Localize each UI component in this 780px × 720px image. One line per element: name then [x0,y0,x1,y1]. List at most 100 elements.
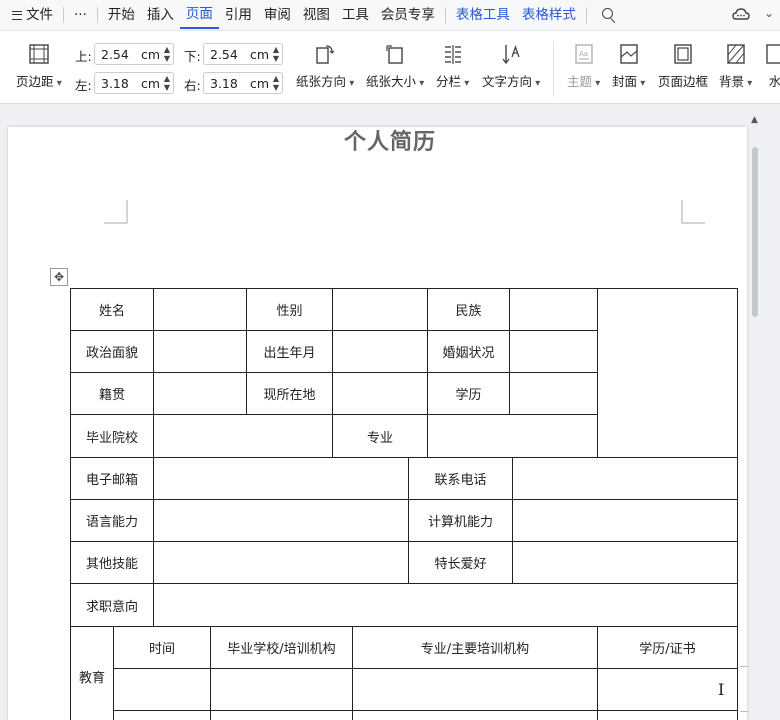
cell-residence-value[interactable] [332,372,428,415]
tab-page[interactable]: 页面 [179,1,219,29]
spinner-arrows-icon[interactable]: ▲ ▼ [164,74,170,92]
cell-residence-label[interactable]: 现所在地 [246,372,333,415]
cell-origin-label[interactable]: 籍贯 [70,372,154,415]
col-header-school[interactable]: 毕业学校/培训机构 [210,626,353,669]
file-menu[interactable]: 文件 [6,0,59,30]
cell-ethnicity-value[interactable] [509,288,598,331]
cell-politics-label[interactable]: 政治面貌 [70,330,154,373]
text-direction-button[interactable]: 文字方向 [482,31,540,90]
bottom-margin-unit: cm [250,46,270,62]
more-menu[interactable]: ··· [68,0,93,30]
edu-cell[interactable] [210,710,353,720]
cell-photo[interactable] [597,288,738,458]
page-border-button[interactable]: 页面边框 [658,31,708,90]
cell-other-skills-value[interactable] [153,541,409,584]
background-button[interactable]: 背景 [719,31,752,90]
tab-tools[interactable]: 工具 [336,0,375,30]
cell-phone-value[interactable] [512,457,738,500]
cell-email-label[interactable]: 电子邮箱 [70,457,154,500]
cell-birth-value[interactable] [332,330,428,373]
cell-other-skills-label[interactable]: 其他技能 [70,541,154,584]
table-cell-text: 毕业院校 [85,430,138,446]
tab-review[interactable]: 审阅 [258,0,297,30]
left-margin-unit: cm [141,75,161,91]
cell-school-value[interactable] [153,414,333,458]
edu-cell[interactable] [352,710,598,720]
cell-marital-value[interactable] [509,330,598,373]
cell-school-label[interactable]: 毕业院校 [70,414,154,458]
search-icon[interactable] [601,7,617,23]
watermark-button[interactable]: 水 [764,31,780,90]
cell-education-label[interactable]: 教育 [70,626,114,720]
paper-size-button[interactable]: 纸张大小 [366,31,424,90]
edu-cell[interactable] [210,668,353,711]
bottom-margin-input[interactable]: 2.54 cm ▲ ▼ [203,43,283,65]
vertical-scrollbar[interactable]: ▲ [748,105,762,720]
right-margin-input[interactable]: 3.18 cm ▲ ▼ [203,72,283,94]
cell-phone-label[interactable]: 联系电话 [408,457,513,500]
margins-button[interactable]: 页边距 [16,31,62,90]
margins-button-label: 页边距 [16,71,62,90]
cell-gender-value[interactable] [332,288,428,331]
tab-member[interactable]: 会员专享 [375,0,441,30]
cover-button-label: 封面 [612,71,645,90]
right-margin-value: 3.18 [210,75,238,91]
spinner-arrows-icon[interactable]: ▲ ▼ [273,45,279,63]
col-header-cert[interactable]: 学历/证书 [597,626,738,669]
cell-gender-label[interactable]: 性别 [246,288,333,331]
scrollbar-thumb[interactable] [752,147,758,317]
cell-language-value[interactable] [153,499,409,542]
edu-cell[interactable] [597,668,738,711]
spinner-arrows-icon[interactable]: ▲ ▼ [164,45,170,63]
cell-name-label[interactable]: 姓名 [70,288,154,331]
left-margin-input[interactable]: 3.18 cm ▲ ▼ [94,72,174,94]
tab-references[interactable]: 引用 [219,0,258,30]
edu-cell[interactable] [113,668,211,711]
left-margin-value: 3.18 [101,75,129,91]
paper-size-button-label: 纸张大小 [366,71,424,90]
tab-table-tools[interactable]: 表格工具 [450,0,516,30]
cell-education-level-label[interactable]: 学历 [427,372,510,415]
cell-hobbies-value[interactable] [512,541,738,584]
top-margin-unit: cm [141,46,161,62]
background-button-label: 背景 [719,71,752,90]
chevron-down-icon[interactable]: ⌄ [764,6,774,20]
tab-home[interactable]: 开始 [102,0,141,30]
cell-politics-value[interactable] [153,330,247,373]
cell-ethnicity-label[interactable]: 民族 [427,288,510,331]
cell-computer-label[interactable]: 计算机能力 [408,499,513,542]
cell-major-value[interactable] [427,414,598,458]
edu-cell[interactable] [597,710,738,720]
top-margin-input[interactable]: 2.54 cm ▲ ▼ [94,43,174,65]
tab-table-style[interactable]: 表格样式 [516,0,582,30]
tab-view[interactable]: 视图 [297,0,336,30]
orientation-button[interactable]: 纸张方向 [296,31,354,90]
cell-name-value[interactable] [153,288,247,331]
cell-origin-value[interactable] [153,372,247,415]
cell-objective-value[interactable] [153,583,738,627]
cell-hobbies-label[interactable]: 特长爱好 [408,541,513,584]
table-move-handle-icon[interactable]: ✥ [50,268,68,286]
theme-button[interactable]: Aa 主题 [567,31,600,90]
col-header-major[interactable]: 专业/主要培训机构 [352,626,598,669]
cell-email-value[interactable] [153,457,409,500]
columns-button[interactable]: 分栏 [436,31,469,90]
edu-cell[interactable] [113,710,211,720]
cell-language-label[interactable]: 语言能力 [70,499,154,542]
cell-major-label[interactable]: 专业 [332,414,428,458]
cell-birth-label[interactable]: 出生年月 [246,330,333,373]
cover-button[interactable]: 封面 [612,31,645,90]
edu-cell[interactable] [352,668,598,711]
col-header-time[interactable]: 时间 [113,626,211,669]
spinner-arrows-icon[interactable]: ▲ ▼ [273,74,279,92]
cell-education-level-value[interactable] [509,372,598,415]
cell-marital-label[interactable]: 婚姻状况 [427,330,510,373]
cover-icon [619,44,638,64]
cell-objective-label[interactable]: 求职意向 [70,583,154,627]
cloud-icon[interactable] [732,6,750,22]
cell-computer-value[interactable] [512,499,738,542]
menu-separator [444,7,446,23]
watermark-button-label: 水 [768,74,780,89]
tab-insert[interactable]: 插入 [141,0,180,30]
document-title: 个人简历 [343,130,436,155]
